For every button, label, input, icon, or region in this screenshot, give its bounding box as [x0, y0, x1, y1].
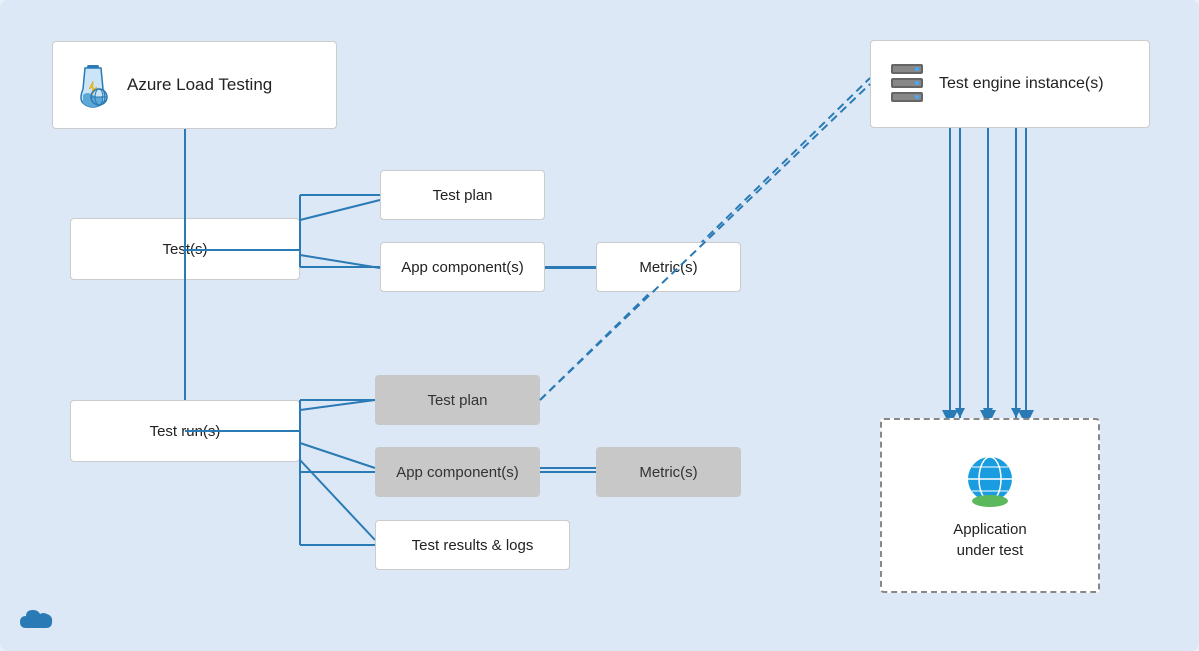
- test-plan-lower-box: Test plan: [375, 375, 540, 425]
- test-plan-upper-box: Test plan: [380, 170, 545, 220]
- test-runs-box: Test run(s): [70, 400, 300, 462]
- metrics-lower-box: Metric(s): [596, 447, 741, 497]
- metrics-upper-box: Metric(s): [596, 242, 741, 292]
- test-results-box: Test results & logs: [375, 520, 570, 570]
- test-engine-box: Test engine instance(s): [870, 40, 1150, 128]
- tests-label: Test(s): [163, 241, 208, 258]
- metrics-upper-label: Metric(s): [639, 259, 697, 276]
- test-plan-lower-label: Test plan: [427, 392, 487, 409]
- main-diagram: Azure Load Testing Test(s) Test plan App…: [0, 0, 1199, 651]
- app-components-upper-box: App component(s): [380, 242, 545, 292]
- test-results-label: Test results & logs: [412, 537, 534, 554]
- application-icon: [960, 451, 1020, 511]
- app-components-upper-label: App component(s): [401, 259, 524, 276]
- application-under-test-box: Application under test: [880, 418, 1100, 593]
- test-engine-label: Test engine instance(s): [939, 75, 1104, 93]
- azure-load-testing-label: Azure Load Testing: [127, 75, 272, 95]
- tests-box: Test(s): [70, 218, 300, 280]
- cloud-icon: [16, 606, 56, 639]
- application-under-test-label: Application under test: [953, 519, 1026, 561]
- test-engine-icon: [887, 62, 927, 106]
- test-runs-label: Test run(s): [150, 423, 221, 440]
- app-components-lower-box: App component(s): [375, 447, 540, 497]
- azure-load-testing-box: Azure Load Testing: [52, 41, 337, 129]
- metrics-lower-label: Metric(s): [639, 464, 697, 481]
- test-plan-upper-label: Test plan: [432, 187, 492, 204]
- azure-load-testing-icon: [69, 61, 117, 109]
- app-components-lower-label: App component(s): [396, 464, 519, 481]
